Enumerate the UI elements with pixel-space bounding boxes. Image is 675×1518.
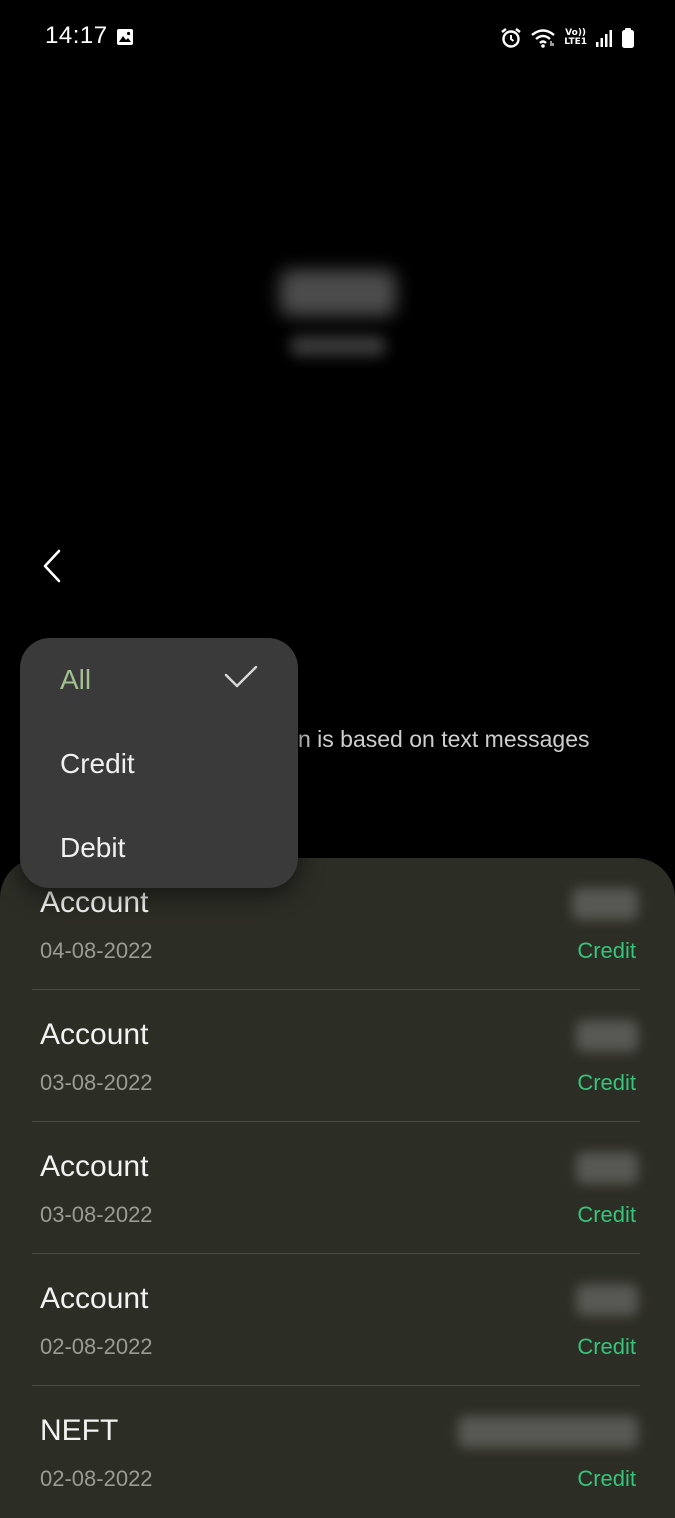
transaction-date: 03-08-2022	[40, 1202, 153, 1227]
transaction-amount-blurred	[576, 1152, 638, 1184]
filter-option-all[interactable]: All	[20, 638, 298, 722]
transaction-title: Account	[40, 1282, 149, 1315]
chevron-left-icon	[43, 549, 61, 583]
wifi-icon	[531, 29, 555, 48]
transaction-row[interactable]: Account 03-08-2022 Credit	[32, 990, 640, 1122]
transaction-type: Credit	[577, 1070, 636, 1095]
transaction-row[interactable]: Account 03-08-2022 Credit	[32, 1122, 640, 1254]
volte-bottom-label: LTE1	[564, 37, 587, 47]
transaction-date: 04-08-2022	[40, 938, 153, 963]
status-time: 14:17	[45, 22, 108, 49]
check-icon	[224, 665, 258, 688]
filter-option-label: All	[60, 664, 92, 695]
alarm-icon	[501, 28, 521, 48]
status-icons: Vo)) LTE1	[500, 24, 635, 52]
transaction-type: Credit	[577, 938, 636, 963]
transaction-title: Account	[40, 886, 149, 919]
transactions-panel: Account 04-08-2022 Credit Account 03-08-…	[0, 858, 675, 1518]
transaction-amount-blurred	[458, 1416, 638, 1448]
info-text: n is based on text messages	[298, 726, 590, 752]
transaction-title: NEFT	[40, 1414, 119, 1447]
volte-icon: Vo)) LTE1	[564, 29, 587, 47]
transaction-row[interactable]: Account 02-08-2022 Credit	[32, 1254, 640, 1386]
gallery-icon	[117, 29, 133, 45]
balance-subtitle-blurred	[290, 336, 386, 356]
transaction-date: 02-08-2022	[40, 1334, 153, 1359]
filter-option-credit[interactable]: Credit	[20, 722, 298, 806]
filter-option-label: Credit	[60, 748, 135, 779]
filter-dropdown-menu: All Credit Debit	[20, 638, 298, 888]
filter-option-label: Debit	[60, 832, 126, 863]
transaction-title: Account	[40, 1150, 149, 1183]
filter-option-debit[interactable]: Debit	[20, 806, 298, 890]
transaction-row[interactable]: NEFT 02-08-2022 Credit	[32, 1386, 640, 1518]
transaction-type: Credit	[577, 1334, 636, 1359]
transaction-amount-blurred	[576, 1020, 638, 1052]
transaction-date: 03-08-2022	[40, 1070, 153, 1095]
transaction-amount-blurred	[576, 1284, 638, 1316]
balance-amount-blurred	[280, 270, 396, 316]
battery-icon	[622, 28, 634, 48]
back-button[interactable]	[32, 544, 72, 588]
transaction-amount-blurred	[572, 888, 638, 920]
transaction-type: Credit	[577, 1466, 636, 1491]
transaction-title: Account	[40, 1018, 149, 1051]
transaction-date: 02-08-2022	[40, 1466, 153, 1491]
status-bar: 14:17 Vo)) LTE1	[0, 0, 675, 76]
transaction-type: Credit	[577, 1202, 636, 1227]
signal-icon	[596, 30, 612, 47]
